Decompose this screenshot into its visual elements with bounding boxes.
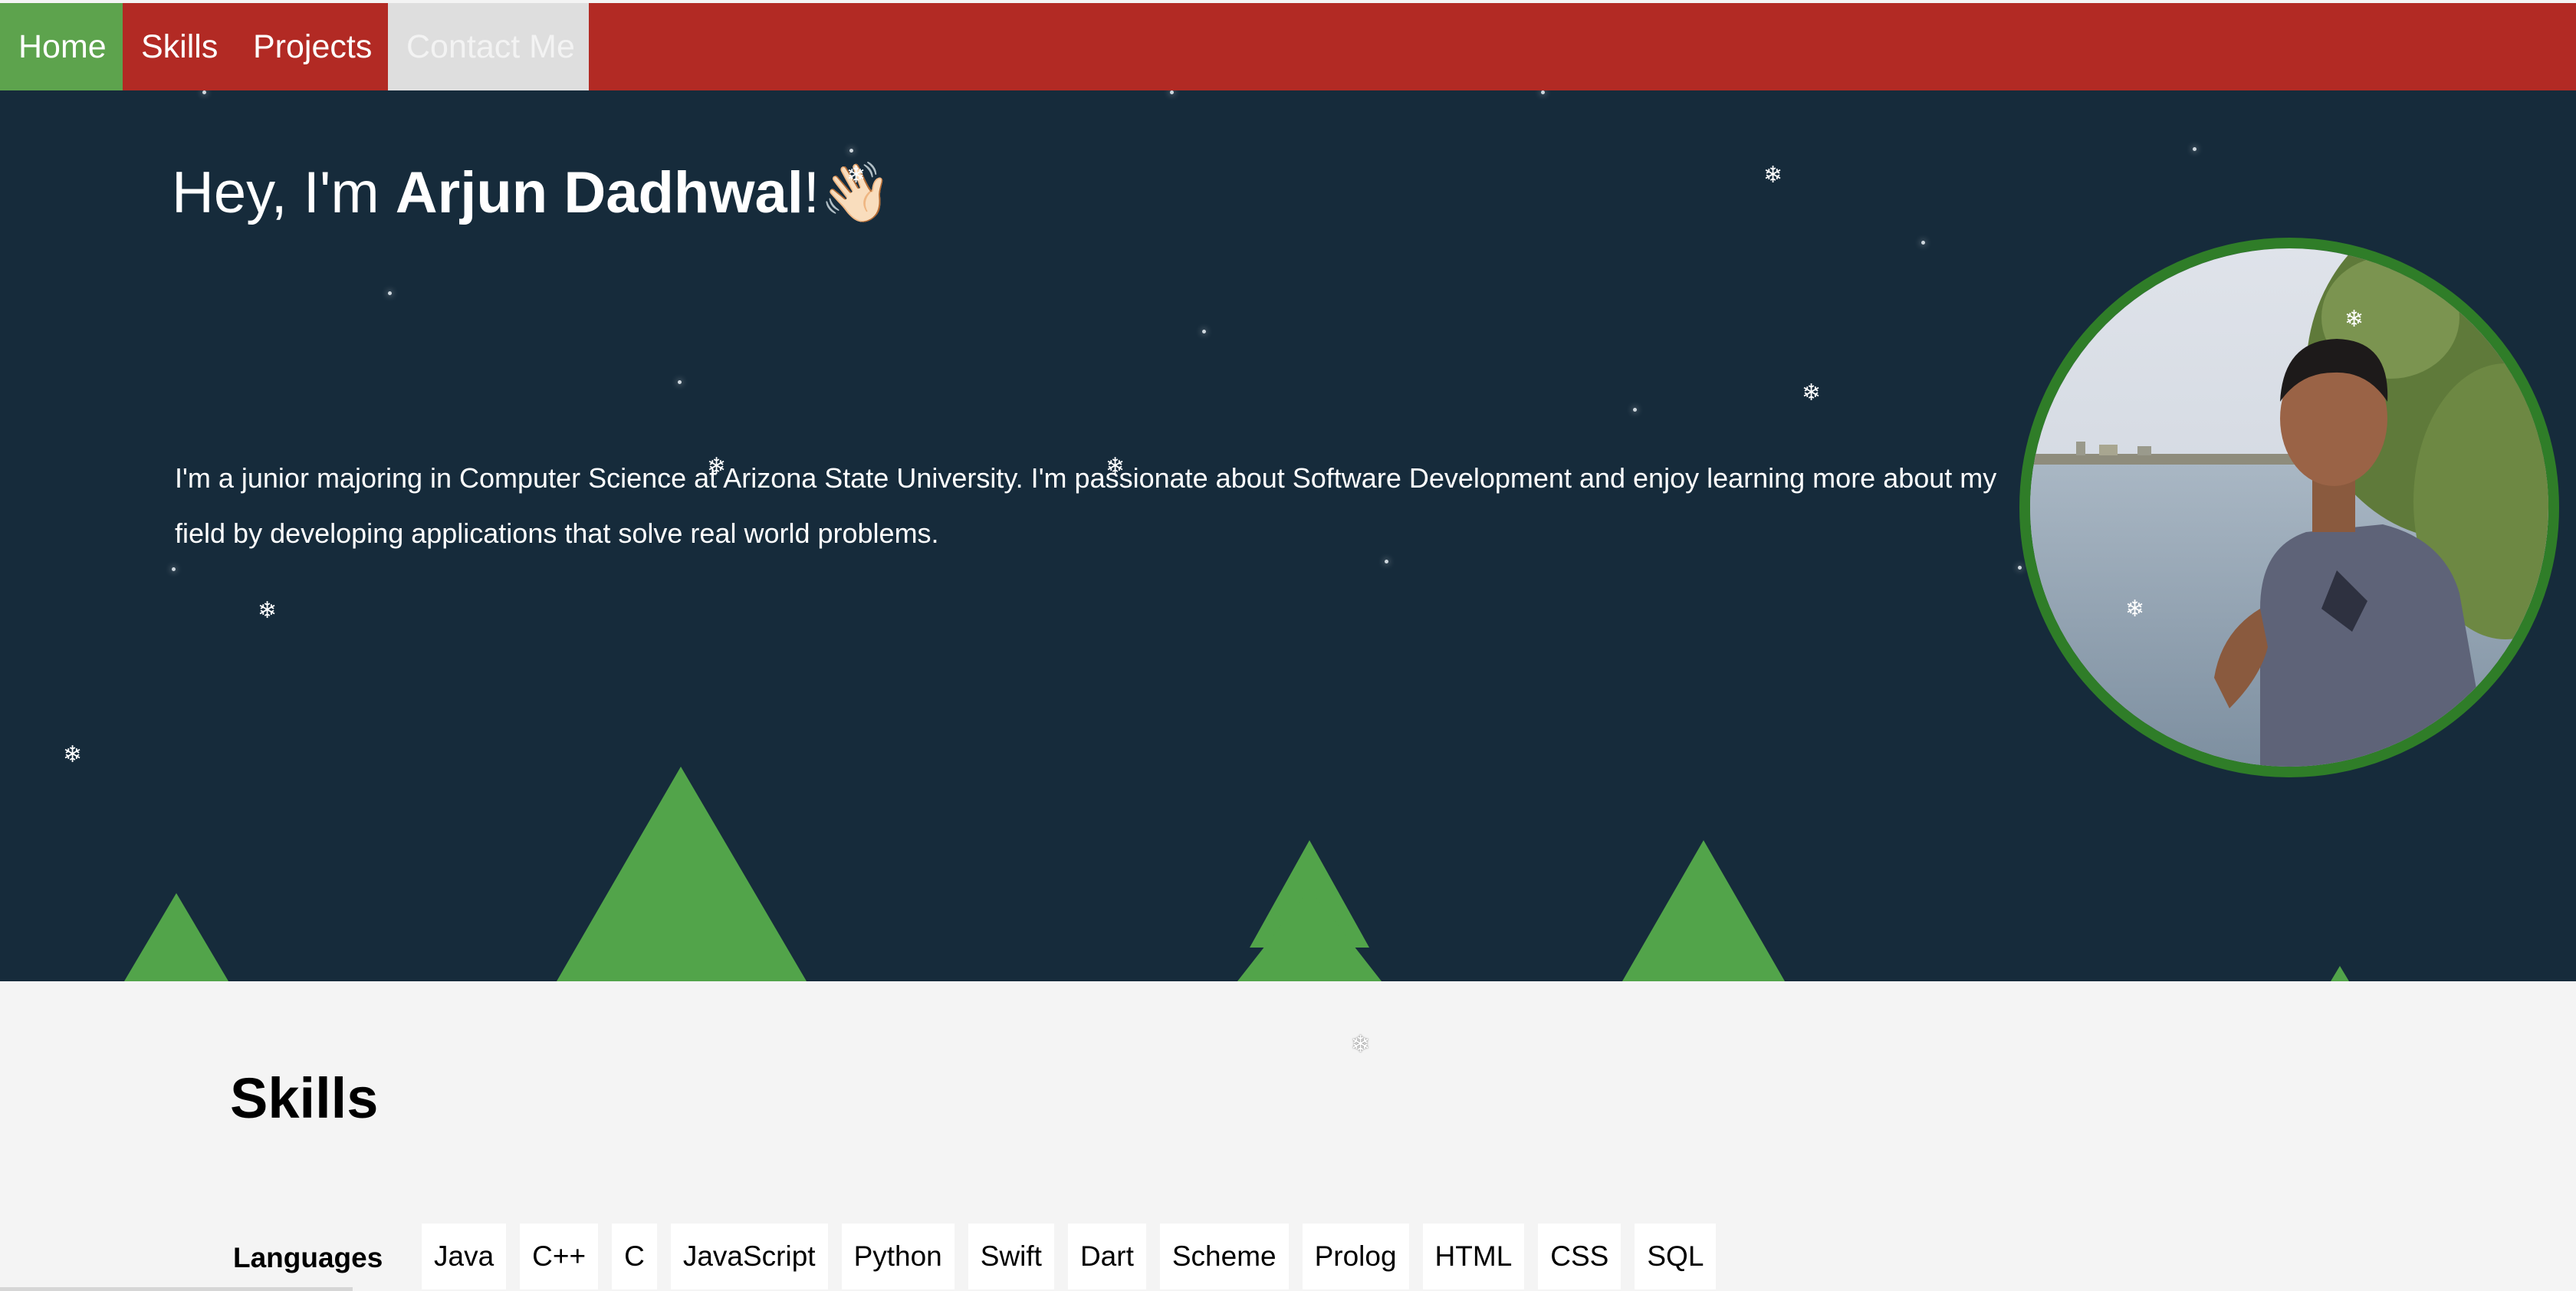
nav-skills-link[interactable]: Skills (123, 3, 235, 90)
profile-photo (2019, 238, 2559, 777)
snow-dot (678, 380, 682, 384)
snowflake-icon: ❄ (1106, 454, 1125, 479)
snow-dot (1633, 408, 1637, 412)
hero-bio-paragraph: I'm a junior majoring in Computer Scienc… (175, 462, 1997, 549)
snow-dot (1541, 90, 1545, 94)
skill-chip: SQL (1635, 1224, 1717, 1289)
snowflake-icon: ❄ (1802, 380, 1822, 406)
snow-dot (172, 567, 176, 571)
snowflake-icon: ❄ (63, 742, 83, 767)
skill-chip: JavaScript (670, 1224, 828, 1289)
profile-photo-illustration (2030, 248, 2548, 767)
nav-home-link[interactable]: Home (0, 3, 123, 90)
skill-chip: Java (422, 1224, 507, 1289)
skill-chip: Python (841, 1224, 955, 1289)
snow-dot (388, 291, 392, 295)
greeting-text: Hey, I'm (172, 160, 396, 225)
horizontal-scrollbar[interactable] (0, 1287, 353, 1291)
top-navbar: Home Skills Projects Contact Me (0, 3, 2576, 90)
snow-dot (2193, 147, 2196, 151)
snowflake-icon: ❄ (846, 163, 866, 188)
exclaim-text: ! (803, 160, 820, 225)
snowflake-icon: ❄ (1351, 1032, 1371, 1057)
snow-dot (1385, 560, 1388, 563)
skill-chip: HTML (1422, 1224, 1525, 1289)
skill-chip: Prolog (1302, 1224, 1409, 1289)
skills-section: ❄ Skills Languages Java C++ C JavaScript… (0, 981, 2576, 1291)
languages-label: Languages (233, 1242, 383, 1273)
skill-chip: Swift (968, 1224, 1054, 1289)
snowflake-icon: ❄ (2125, 596, 2145, 622)
snowflake-icon: ❄ (258, 598, 278, 623)
snowflake-icon: ❄ (1763, 163, 1783, 188)
skills-heading: Skills (230, 1066, 379, 1130)
skill-chip: Scheme (1159, 1224, 1289, 1289)
skill-chip: Dart (1067, 1224, 1146, 1289)
snowflake-icon: ❄ (2344, 307, 2364, 332)
snow-dot (1170, 90, 1174, 94)
snowflake-icon: ❄ (707, 454, 727, 479)
snow-dot (1202, 330, 1206, 333)
nav-projects-link[interactable]: Projects (235, 3, 388, 90)
languages-list: Java C++ C JavaScript Python Swift Dart … (422, 1224, 1717, 1289)
hero-section: Hey, I'm Arjun Dadhwal!👋🏻 I'm a junior m… (0, 90, 2576, 981)
hero-greeting-heading: Hey, I'm Arjun Dadhwal!👋🏻 (172, 158, 892, 227)
nav-contact-link[interactable]: Contact Me (388, 3, 589, 90)
skill-chip: C++ (520, 1224, 599, 1289)
skill-chip: CSS (1538, 1224, 1622, 1289)
snow-dot (1921, 241, 1925, 245)
snow-dot (849, 149, 853, 153)
snow-dot (202, 90, 206, 94)
skill-chip: C (612, 1224, 657, 1289)
name-text: Arjun Dadhwal (395, 160, 803, 225)
snow-dot (2018, 566, 2022, 570)
